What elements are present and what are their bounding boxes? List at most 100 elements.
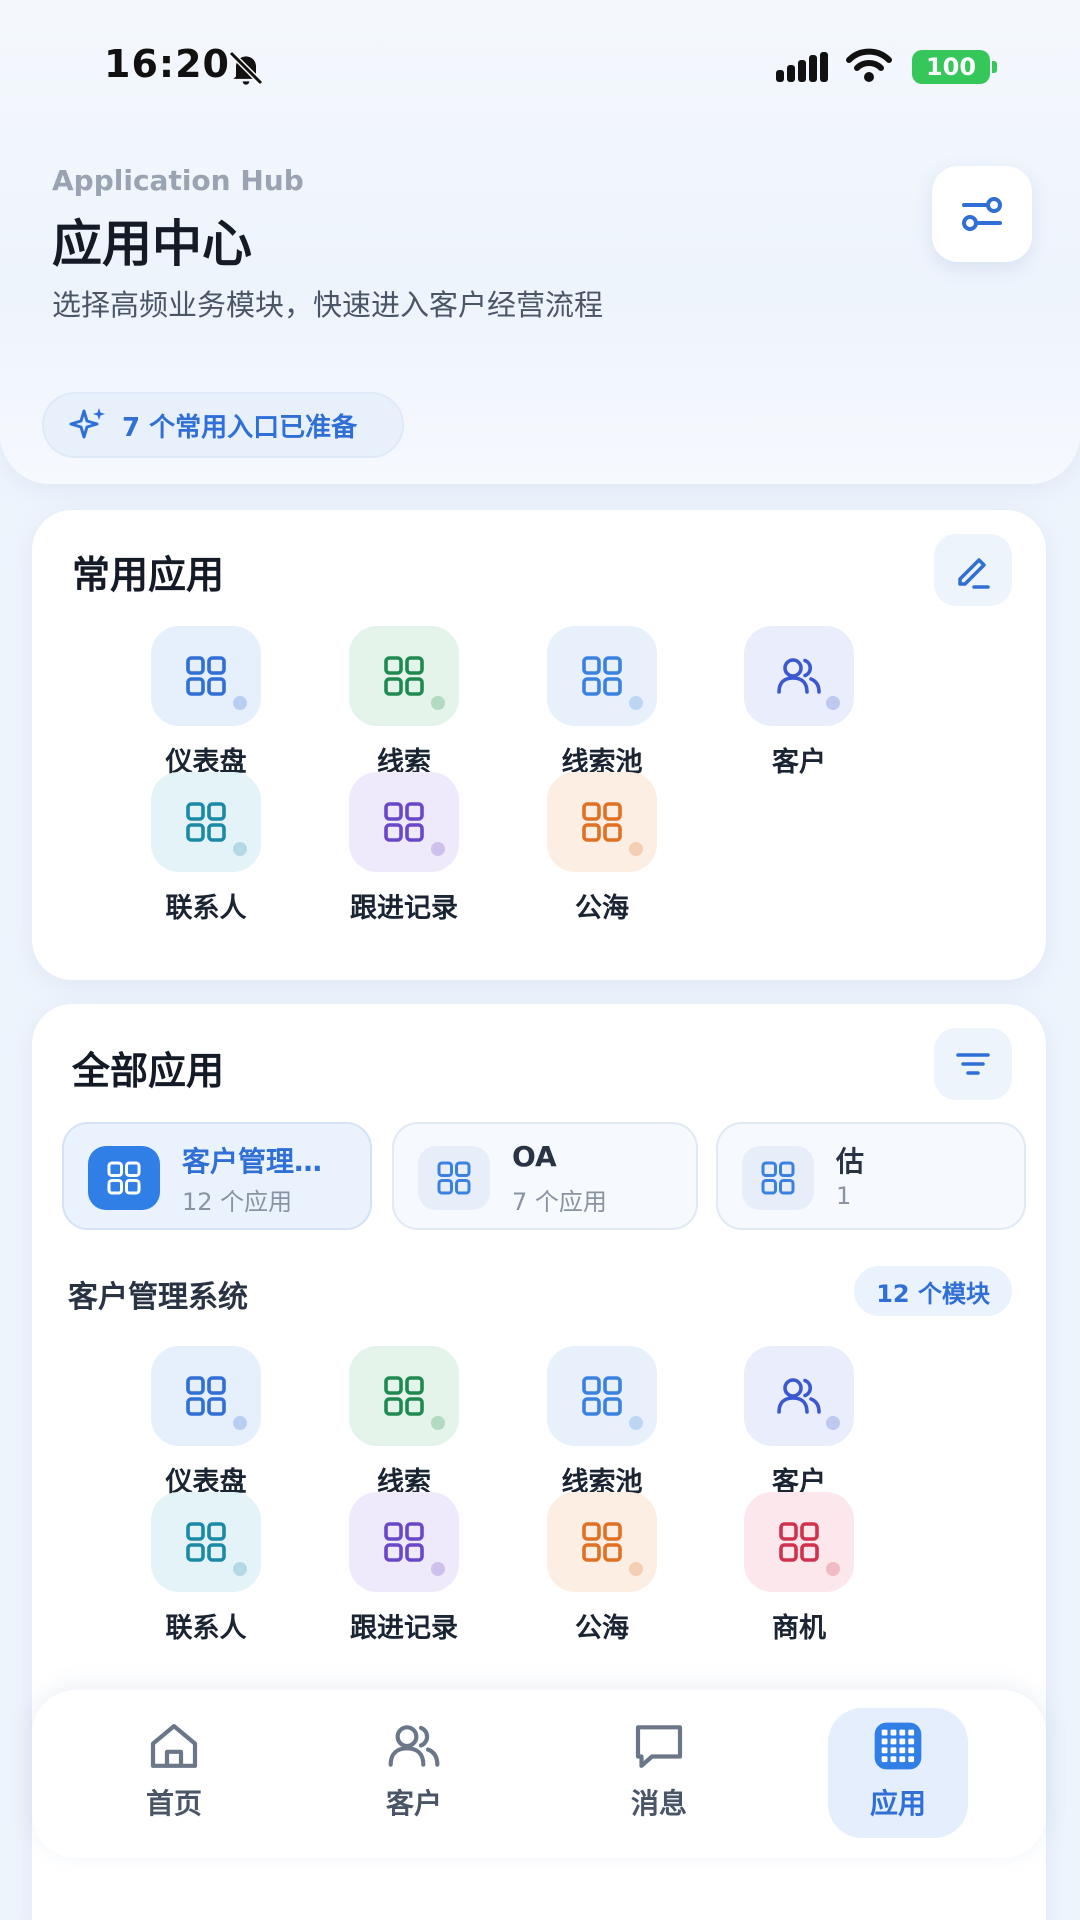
users-icon	[388, 1725, 440, 1767]
message-icon	[635, 1725, 683, 1768]
grid-icon	[582, 656, 622, 696]
app-tile[interactable]: 线索	[304, 626, 504, 779]
grid-icon	[437, 1161, 471, 1195]
category-tab[interactable]: OA 7 个应用	[392, 1122, 698, 1230]
status-dot	[233, 1562, 247, 1576]
status-dot	[233, 696, 247, 710]
status-dot	[629, 1416, 643, 1430]
status-time: 16:20	[104, 42, 230, 86]
category-tab[interactable]: 估1	[716, 1122, 1026, 1230]
grid-icon	[186, 1376, 226, 1416]
app-icon-box	[547, 772, 657, 872]
edit-button[interactable]	[934, 534, 1012, 606]
app-tile[interactable]: 仪表盘	[106, 626, 306, 779]
status-dot	[431, 1562, 445, 1576]
app-icon-box	[547, 1346, 657, 1446]
grid-icon	[761, 1161, 795, 1195]
battery-level: 100	[925, 53, 977, 81]
app-icon-box	[349, 1346, 459, 1446]
app-label: 公海	[575, 1613, 629, 1644]
page-description: 选择高频业务模块，快速进入客户经营流程	[52, 288, 604, 322]
settings-button[interactable]	[932, 166, 1032, 262]
category-icon-box	[418, 1146, 490, 1210]
grid-icon	[186, 656, 226, 696]
app-tile[interactable]: 客户	[699, 626, 899, 779]
app-icon-box	[744, 1492, 854, 1592]
app-label: 跟进记录	[350, 1613, 458, 1644]
app-icon-box	[547, 1492, 657, 1592]
grid-icon	[384, 656, 424, 696]
tab-label: 消息	[630, 1787, 687, 1820]
app-icon-box	[744, 1346, 854, 1446]
status-dot	[629, 696, 643, 710]
page-title: 应用中心	[52, 215, 252, 273]
status-dot	[826, 1416, 840, 1430]
app-label: 跟进记录	[350, 893, 458, 924]
grid-icon	[384, 802, 424, 842]
category-tabs: 客户管理… 12 个应用 OA 7 个应用估 1	[62, 1122, 1036, 1232]
wifi-icon	[846, 48, 892, 82]
page-subtitle: Application Hub	[52, 164, 304, 197]
status-dot	[431, 696, 445, 710]
category-name: OA	[512, 1140, 557, 1173]
filter-button[interactable]	[934, 1028, 1012, 1100]
sparkle-icon	[69, 408, 105, 439]
app-tile[interactable]: 线索池	[502, 626, 702, 779]
tab-apps[interactable]: 应用	[828, 1708, 968, 1838]
app-tile[interactable]: 线索	[304, 1346, 504, 1499]
app-tile[interactable]: 公海	[502, 1492, 702, 1645]
grid-icon	[779, 1522, 819, 1562]
pencil-icon	[958, 558, 990, 589]
frequent-apps-title: 常用应用	[72, 553, 225, 597]
sliders-icon	[962, 197, 1002, 231]
category-name: 估	[836, 1145, 865, 1178]
home-icon	[150, 1724, 198, 1768]
category-count: 12 个应用	[182, 1188, 293, 1216]
app-label: 客户	[772, 747, 826, 778]
tab-label: 客户	[385, 1787, 442, 1820]
app-tile[interactable]: 商机	[699, 1492, 899, 1645]
category-count: 1	[836, 1182, 852, 1210]
ready-badge: 7 个常用入口已准备	[42, 392, 404, 458]
tab-home[interactable]: 首页	[104, 1708, 244, 1838]
users-icon	[777, 1378, 821, 1414]
tab-users[interactable]: 客户	[344, 1708, 484, 1838]
app-label: 联系人	[165, 1613, 247, 1644]
grid-icon	[107, 1161, 141, 1195]
grid-icon	[384, 1376, 424, 1416]
battery-indicator: 100	[912, 50, 997, 84]
app-tile[interactable]: 线索池	[502, 1346, 702, 1499]
bottom-tab-bar: 首页 客户 消息 应用	[32, 1690, 1046, 1858]
apps-icon	[874, 1722, 922, 1770]
app-label: 公海	[575, 893, 629, 924]
status-dot	[431, 842, 445, 856]
category-count: 7 个应用	[512, 1188, 607, 1216]
app-tile[interactable]: 跟进记录	[304, 1492, 504, 1645]
filter-icon	[956, 1053, 990, 1075]
app-icon-box	[744, 626, 854, 726]
tab-label: 应用	[869, 1787, 926, 1820]
module-count-badge: 12 个模块	[854, 1266, 1012, 1316]
app-tile[interactable]: 联系人	[106, 1492, 306, 1645]
tab-message[interactable]: 消息	[589, 1708, 729, 1838]
app-tile[interactable]: 公海	[502, 772, 702, 925]
grid-icon	[582, 802, 622, 842]
app-tile[interactable]: 客户	[699, 1346, 899, 1499]
app-icon-box	[151, 1492, 261, 1592]
category-icon-box	[88, 1146, 160, 1210]
app-icon-box	[151, 772, 261, 872]
grid-icon	[186, 1522, 226, 1562]
app-icon-box	[547, 626, 657, 726]
grid-icon	[186, 802, 226, 842]
section-title: 客户管理系统	[68, 1280, 248, 1315]
category-tab[interactable]: 客户管理… 12 个应用	[62, 1122, 372, 1230]
app-icon-box	[349, 772, 459, 872]
app-tile[interactable]: 仪表盘	[106, 1346, 306, 1499]
frequent-apps-card: 常用应用 仪表盘 线索 线索池 客户联系人 跟进记录 公海	[32, 510, 1046, 980]
tab-icon-wrap	[627, 1716, 691, 1776]
status-bar: 16:20 100	[0, 0, 1080, 130]
app-tile[interactable]: 联系人	[106, 772, 306, 925]
bell-muted-icon	[228, 50, 264, 86]
app-tile[interactable]: 跟进记录	[304, 772, 504, 925]
status-dot	[629, 1562, 643, 1576]
